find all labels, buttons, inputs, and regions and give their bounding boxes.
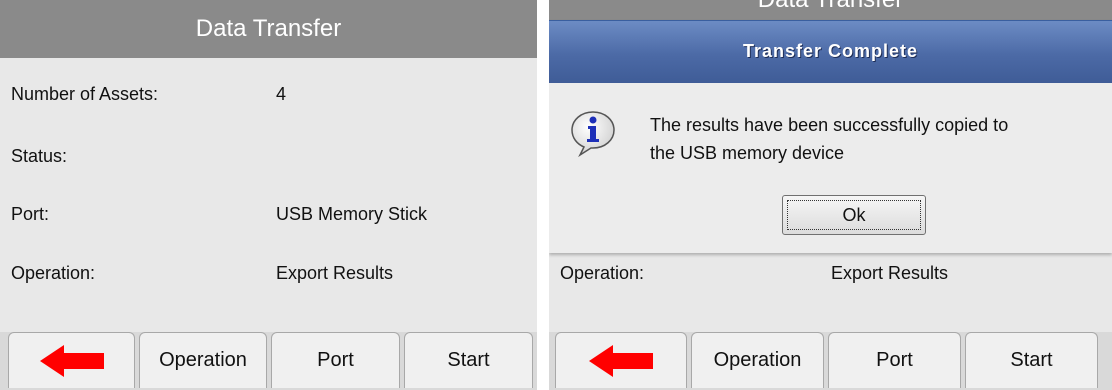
back-button[interactable] [8,332,135,388]
ok-button[interactable]: Ok [782,195,926,235]
page-title-text: Data Transfer [549,0,1112,14]
operation-button[interactable]: Operation [691,332,824,388]
operation-value: Export Results [276,263,394,283]
page-title-partial: Data Transfer [549,0,1112,20]
start-button[interactable]: Start [404,332,533,388]
transfer-complete-dialog: Transfer Complete The results have been … [549,20,1112,253]
port-value: USB Memory Stick [276,204,428,224]
back-arrow-icon [39,344,104,377]
operation-label: Operation: [11,263,96,283]
transfer-complete-screen: Data Transfer Transfer Complete The resu… [549,0,1112,390]
back-arrow-icon [589,344,653,377]
start-button[interactable]: Start [965,332,1098,388]
dialog-title: Transfer Complete [549,21,1112,83]
dialog-message-line2: the USB memory device [650,143,845,163]
bottom-toolbar: Operation Port Start [0,332,537,390]
operation-value: Export Results [831,263,949,283]
port-button[interactable]: Port [271,332,400,388]
back-button[interactable] [555,332,687,388]
data-transfer-screen: Data Transfer Number of Assets: 4 Status… [0,0,537,390]
dialog-message-line1: The results have been successfully copie… [650,115,1009,135]
assets-count-label: Number of Assets: [11,84,159,104]
operation-label: Operation: [560,263,645,283]
ok-button-label: Ok [842,204,866,225]
operation-button[interactable]: Operation [139,332,267,388]
port-label: Port: [11,204,50,224]
status-label: Status: [11,146,68,166]
page-title: Data Transfer [0,0,537,58]
dialog-message: The results have been successfully copie… [650,111,1112,167]
screen-divider [537,0,549,390]
assets-count-value: 4 [276,84,287,104]
info-icon [571,111,615,157]
port-button[interactable]: Port [828,332,961,388]
bottom-toolbar: Operation Port Start [549,332,1112,390]
